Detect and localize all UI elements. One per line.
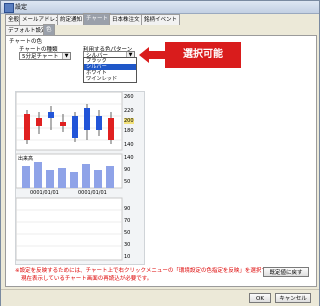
tab-execution-notice[interactable]: 約定通知: [57, 14, 86, 25]
app-icon: [4, 3, 14, 13]
volume-tick-140: 140: [124, 155, 134, 161]
volume-tick-90: 90: [124, 167, 131, 173]
candle-3: [48, 112, 54, 118]
tab-jp-stock-order[interactable]: 日本株注文: [109, 14, 143, 25]
volume-bar-5: [70, 172, 78, 188]
osc-tick-10: 10: [124, 254, 131, 260]
price-tick-220: 220: [124, 108, 134, 114]
chart-type-value: 5分足チャート: [22, 54, 59, 60]
volume-bar-8: [106, 166, 114, 188]
tab-stock-events[interactable]: 銘柄イベント: [141, 14, 181, 25]
selectable-callout: 選択可能: [165, 42, 241, 68]
volume-bar-3: [46, 170, 54, 188]
volume-bar-1: [22, 166, 30, 188]
color-pattern-dropdown: ブラック シルバー ホワイト ワインレッド: [83, 57, 137, 83]
volume-bar-4: [58, 168, 66, 188]
option-wine-red[interactable]: ワインレッド: [84, 76, 136, 82]
chart-preview: 260 220 200 180 140 出来高 140 90 50 0001/0…: [15, 91, 145, 265]
volume-bar-6: [82, 164, 90, 188]
osc-tick-30: 30: [124, 242, 131, 248]
osc-tick-90: 90: [124, 206, 131, 212]
ok-button[interactable]: OK: [249, 293, 271, 303]
candle-8: [108, 118, 114, 140]
candle-4: [60, 122, 66, 126]
volume-tick-50: 50: [124, 179, 131, 185]
volume-bar-2: [34, 162, 42, 188]
title-bar: 設定: [1, 1, 319, 14]
section-title: チャートの色: [9, 39, 42, 45]
window-title: 設定: [15, 4, 28, 11]
price-tick-200: 200: [124, 118, 134, 124]
date-label-2: 0001/01/01: [78, 190, 107, 196]
tab-chart[interactable]: チャート: [83, 13, 111, 25]
volume-label: 出来高: [18, 156, 34, 162]
price-tick-260: 260: [124, 94, 134, 100]
reset-defaults-button[interactable]: 既定値に戻す: [263, 267, 309, 277]
candle-7: [96, 116, 102, 130]
settings-window: 設定 全般 メールアドレス 約定通知 チャート 日本株注文 銘柄イベント デフォ…: [0, 0, 320, 306]
price-tick-140: 140: [124, 142, 134, 148]
osc-tick-50: 50: [124, 230, 131, 236]
cancel-button[interactable]: キャンセル: [275, 293, 311, 303]
osc-tick-70: 70: [124, 218, 131, 224]
chart-type-select[interactable]: 5分足チャート ▼: [19, 52, 71, 60]
candle-1: [24, 114, 30, 140]
date-label-1: 0001/01/01: [30, 190, 59, 196]
candle-2: [36, 118, 42, 126]
volume-bar-7: [94, 170, 102, 188]
candle-6: [84, 108, 90, 130]
chevron-down-icon[interactable]: ▼: [62, 53, 70, 59]
apply-note-line2: 現在表示しているチャート画面の再読込が必要です。: [21, 276, 153, 282]
candle-5: [72, 116, 78, 138]
callout-arrow-icon: [139, 47, 167, 63]
apply-note-line1: ※設定を反映するためには、チャート上で右クリックメニューの「環境設定の色指定を反…: [15, 268, 284, 274]
price-tick-180: 180: [124, 128, 134, 134]
dialog-button-bar: OK キャンセル: [1, 289, 319, 306]
